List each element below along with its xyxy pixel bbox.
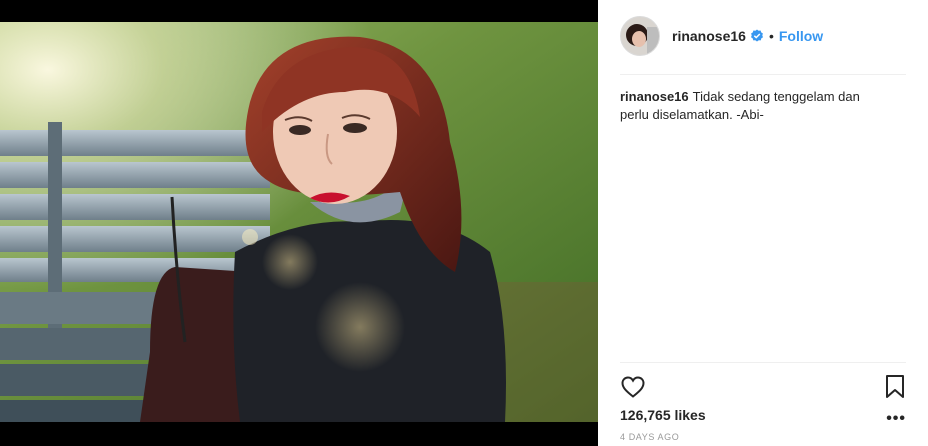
actions-divider — [620, 362, 906, 363]
post-caption: rinanose16 Tidak sedang tenggelam dan per… — [620, 88, 890, 124]
post-sidebar: rinanose16 • Follow rinanose16 Tidak seda… — [598, 0, 928, 446]
avatar[interactable] — [620, 16, 660, 56]
post-photo[interactable] — [0, 22, 598, 422]
verified-badge-icon — [750, 29, 764, 43]
heart-icon[interactable] — [620, 374, 646, 400]
bookmark-icon[interactable] — [884, 374, 906, 400]
post-media — [0, 0, 598, 446]
header-divider — [620, 74, 906, 75]
more-options-icon[interactable]: ••• — [886, 410, 906, 428]
instagram-post: rinanose16 • Follow rinanose16 Tidak seda… — [0, 0, 928, 446]
caption-username-link[interactable]: rinanose16 — [620, 89, 689, 104]
follow-button[interactable]: Follow — [779, 28, 823, 44]
post-timestamp[interactable]: 4 DAYS AGO — [620, 432, 679, 442]
like-count[interactable]: 126,765 likes — [620, 407, 706, 423]
post-header: rinanose16 • Follow — [620, 16, 823, 56]
separator-dot: • — [768, 28, 774, 44]
username-link[interactable]: rinanose16 — [672, 28, 746, 44]
